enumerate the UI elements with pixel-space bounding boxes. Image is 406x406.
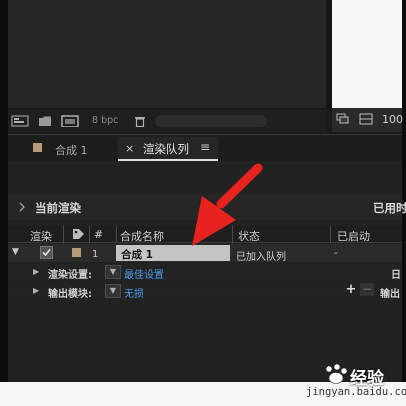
red-annotation-arrow [192, 163, 263, 246]
watermark-url: jingyan.baidu.com [306, 386, 406, 398]
baidu-paw-logo-icon [325, 363, 348, 384]
